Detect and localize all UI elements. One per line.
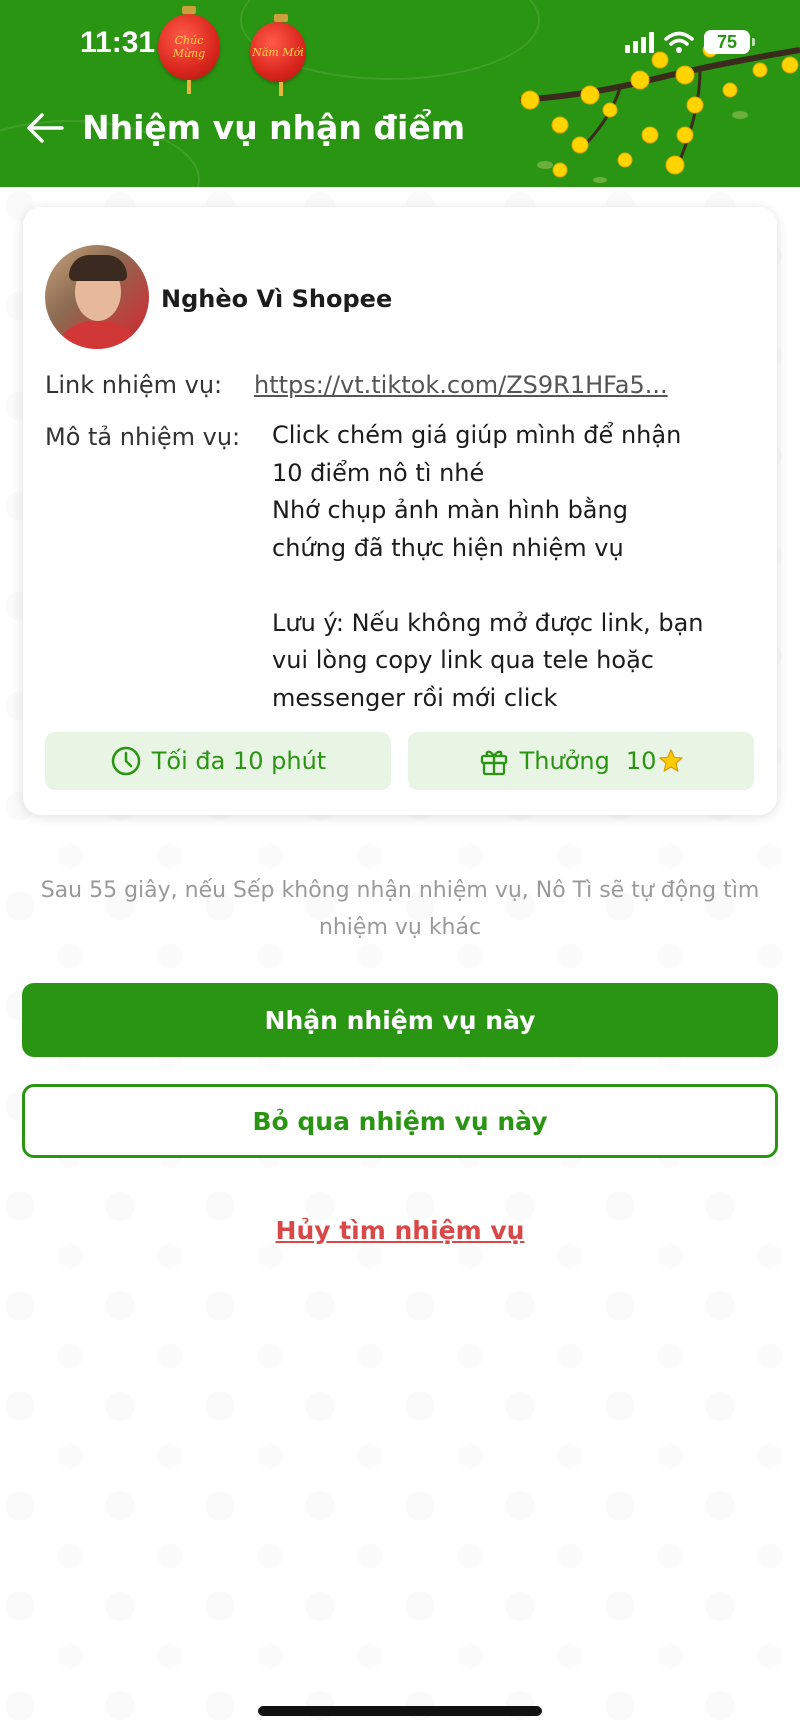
apricot-blossom-icon bbox=[519, 42, 800, 183]
lantern-icon: Chúc Mừng bbox=[158, 6, 220, 94]
description-line: chứng đã thực hiện nhiệm vụ bbox=[272, 533, 624, 562]
task-owner-name: Nghèo Vì Shopee bbox=[161, 285, 393, 313]
description-line: 10 điểm nô tì nhé bbox=[272, 458, 485, 487]
gift-icon bbox=[480, 750, 507, 776]
link-label: Link nhiệm vụ: bbox=[45, 371, 223, 399]
task-card: Nghèo Vì Shopee Link nhiệm vụ: https://v… bbox=[23, 207, 777, 815]
description-line bbox=[272, 567, 752, 605]
status-time: 11:31 bbox=[80, 26, 156, 59]
reward-label: Thưởng bbox=[519, 747, 610, 775]
task-link[interactable]: https://vt.tiktok.com/ZS9R1HFa5... bbox=[254, 371, 724, 399]
task-description: Click chém giá giúp mình để nhận 10 điểm… bbox=[272, 417, 752, 717]
app-header: 11:31 Chúc Mừng Năm Mới 75 Nhiệm vụ nhận… bbox=[0, 0, 800, 187]
page-title: Nhiệm vụ nhận điểm bbox=[82, 108, 466, 147]
description-line: Click chém giá giúp mình để nhận bbox=[272, 421, 682, 449]
status-icons: 75 bbox=[625, 30, 755, 54]
battery-indicator: 75 bbox=[704, 30, 755, 54]
description-line: vui lòng copy link qua tele hoặc bbox=[272, 646, 654, 674]
lantern-text: Chúc Mừng bbox=[172, 34, 206, 60]
auto-skip-notice: Sau 55 giây, nếu Sếp không nhận nhiệm vụ… bbox=[40, 878, 760, 940]
avatar bbox=[45, 245, 149, 349]
time-limit-text: Tối đa 10 phút bbox=[151, 747, 327, 775]
back-arrow-icon[interactable] bbox=[26, 112, 64, 144]
description-line: Lưu ý: Nếu không mở được link, bạn bbox=[272, 608, 704, 637]
description-label: Mô tả nhiệm vụ: bbox=[45, 423, 241, 451]
cancel-search-link[interactable]: Hủy tìm nhiệm vụ bbox=[0, 1216, 800, 1245]
time-limit-chip: Tối đa 10 phút bbox=[45, 732, 391, 790]
lantern-text: Năm Mới bbox=[252, 45, 304, 59]
accept-task-button[interactable]: Nhận nhiệm vụ này bbox=[22, 983, 778, 1057]
reward-chip: Thưởng 10 bbox=[408, 732, 754, 790]
wifi-icon bbox=[664, 31, 694, 53]
reward-value: 10 bbox=[625, 747, 657, 775]
cellular-signal-icon bbox=[625, 31, 654, 53]
star-icon bbox=[659, 749, 683, 772]
home-indicator[interactable] bbox=[258, 1706, 542, 1716]
clock-icon bbox=[111, 746, 141, 776]
description-line: Nhớ chụp ảnh màn hình bằng bbox=[272, 496, 628, 524]
skip-task-button[interactable]: Bỏ qua nhiệm vụ này bbox=[22, 1084, 778, 1158]
description-line: messenger rồi mới click bbox=[272, 683, 558, 712]
lantern-icon: Năm Mới bbox=[250, 14, 306, 96]
